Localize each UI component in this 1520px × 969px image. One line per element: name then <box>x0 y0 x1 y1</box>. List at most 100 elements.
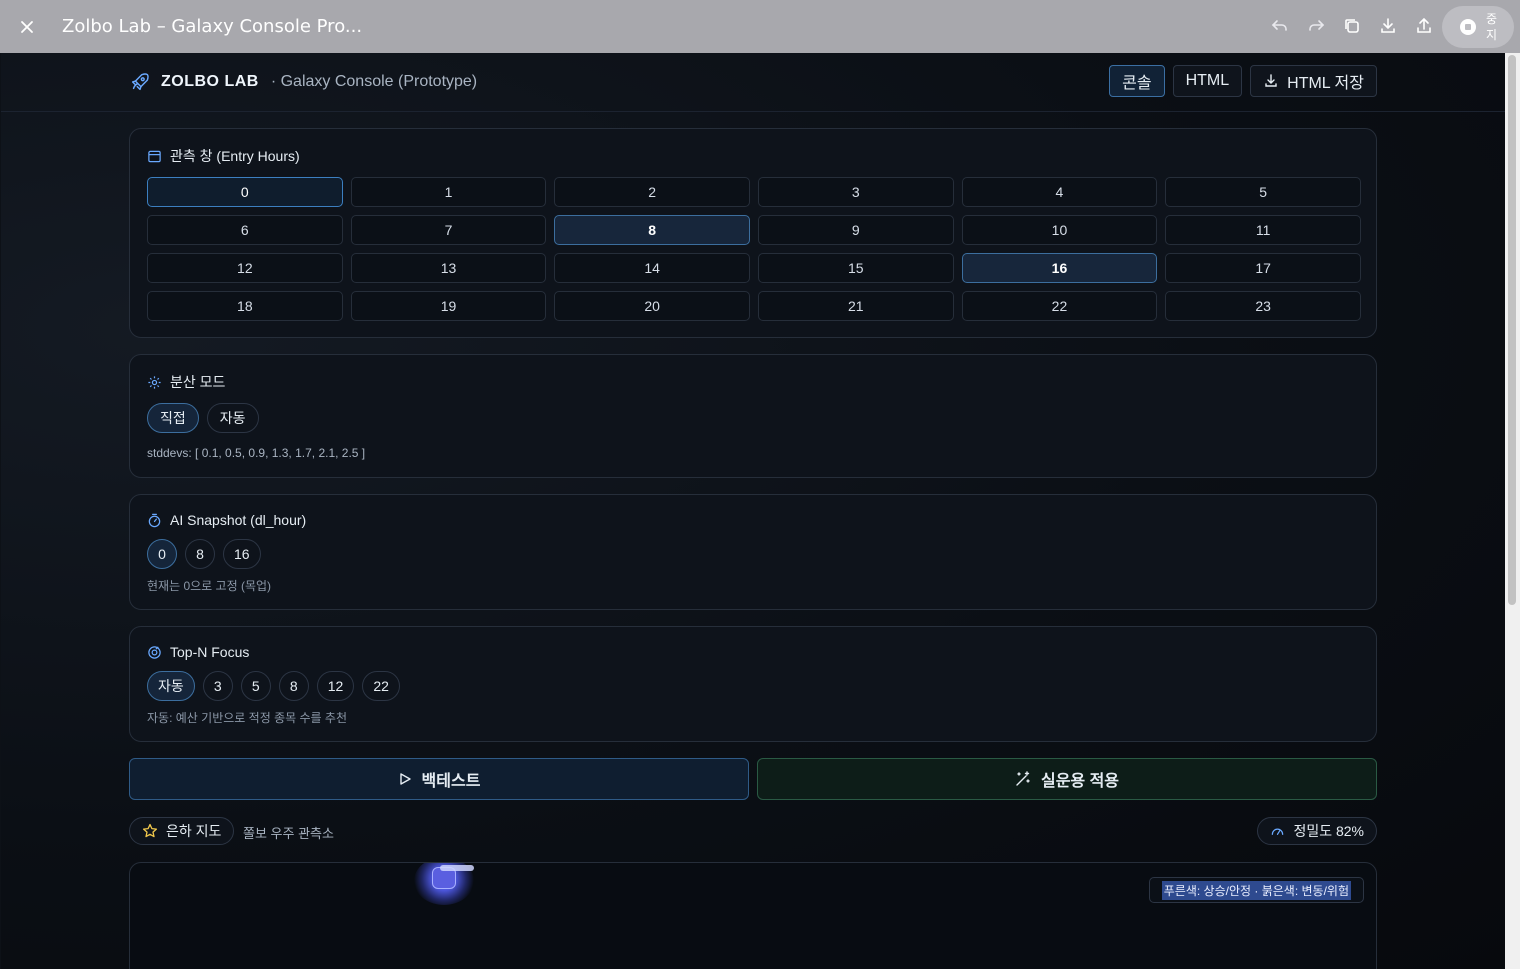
hour-button[interactable]: 11 <box>1165 215 1361 245</box>
hour-button[interactable]: 12 <box>147 253 343 283</box>
hour-button[interactable]: 19 <box>350 291 547 321</box>
hour-button[interactable]: 1 <box>350 177 547 207</box>
hour-button[interactable]: 2 <box>554 177 750 207</box>
ai-snapshot-card: AI Snapshot (dl_hour) 0 8 16 현재는 0으로 고정 (목… <box>129 494 1377 610</box>
save-html-label: HTML 저장 <box>1287 75 1364 92</box>
stop-label: 중지 <box>1486 12 1498 42</box>
entry-hours-card: 관측 창 (Entry Hours) 0 1 2 3 4 5 6 7 8 9 10 11 12 13 14 1… <box>129 128 1377 338</box>
top-n-option[interactable]: 3 <box>202 671 233 701</box>
observatory-label: 쫄보 우주 관측소 <box>243 826 334 841</box>
timer-icon <box>148 513 161 527</box>
hour-button[interactable]: 14 <box>554 253 750 283</box>
ai-snapshot-options: 0 8 16 <box>147 539 261 569</box>
stop-icon <box>1460 19 1476 35</box>
top-n-option[interactable]: 5 <box>240 671 271 701</box>
top-n-option[interactable]: 자동 <box>147 671 195 701</box>
save-html-button[interactable]: HTML 저장 <box>1250 65 1377 97</box>
galaxy-node[interactable] <box>414 863 474 905</box>
dispersion-card: 분산 모드 직접 자동 stddevs: [ 0.1, 0.5, 0.9, 1.3… <box>129 354 1377 478</box>
hour-button[interactable]: 13 <box>350 253 547 283</box>
close-icon[interactable] <box>14 14 40 40</box>
ai-snapshot-option[interactable]: 16 <box>223 539 261 569</box>
scrollbar[interactable] <box>1505 53 1520 969</box>
hour-button[interactable]: 3 <box>757 177 954 207</box>
entry-hours-label: 관측 창 (Entry Hours) <box>170 148 300 164</box>
brand: ZOLBO LAB · Galaxy Console (Prototype) <box>129 71 477 93</box>
brand-subtitle: · Galaxy Console (Prototype) <box>270 73 478 90</box>
top-n-option[interactable]: 8 <box>278 671 309 701</box>
copy-icon[interactable] <box>1340 14 1364 38</box>
hour-button[interactable]: 23 <box>1165 291 1361 321</box>
window-titlebar: Zolbo Lab – Galaxy Console Pro... 중지 <box>0 0 1520 53</box>
app-header: ZOLBO LAB · Galaxy Console (Prototype) 콘… <box>1 53 1505 112</box>
hour-button[interactable]: 4 <box>961 177 1158 207</box>
hour-button[interactable]: 6 <box>147 215 343 245</box>
gear-icon <box>148 375 161 389</box>
html-button[interactable]: HTML <box>1172 65 1243 97</box>
calendar-icon <box>148 150 161 162</box>
top-n-option[interactable]: 22 <box>362 671 400 701</box>
ai-snapshot-option[interactable]: 8 <box>185 539 215 569</box>
play-icon <box>399 773 411 785</box>
magic-wand-icon <box>1016 771 1030 786</box>
top-n-label: Top-N Focus <box>170 644 250 660</box>
hour-button[interactable]: 18 <box>147 291 343 321</box>
brand-name: ZOLBO LAB <box>161 73 259 90</box>
top-n-title: Top-N Focus <box>147 644 249 660</box>
stop-button[interactable]: 중지 <box>1442 6 1514 48</box>
hour-button[interactable]: 8 <box>554 215 750 245</box>
hour-button[interactable]: 17 <box>1165 253 1361 283</box>
map-legend-text: 푸른색: 상승/안정 · 붉은색: 변동/위험 <box>1161 880 1351 900</box>
live-apply-button[interactable]: 실운용 적용 <box>757 758 1377 800</box>
scrollbar-thumb[interactable] <box>1508 55 1516 605</box>
entry-hours-title: 관측 창 (Entry Hours) <box>147 146 300 166</box>
ai-snapshot-note: 현재는 0으로 고정 (목업) <box>147 579 272 593</box>
ai-snapshot-option[interactable]: 0 <box>147 539 177 569</box>
top-n-card: Top-N Focus 자동 3 5 8 12 22 자동: 예산 기반으로 적정 종목 … <box>129 626 1377 742</box>
live-apply-label: 실운용 적용 <box>1040 773 1120 790</box>
backtest-label: 백테스트 <box>421 773 481 790</box>
hour-button[interactable]: 20 <box>554 291 750 321</box>
galaxy-map[interactable]: 푸른색: 상승/안정 · 붉은색: 변동/위험 <box>129 862 1377 969</box>
dispersion-title: 분산 모드 <box>147 372 225 392</box>
hour-button[interactable]: 16 <box>961 253 1158 283</box>
dispersion-label: 분산 모드 <box>170 374 226 390</box>
dispersion-option[interactable]: 자동 <box>206 403 259 433</box>
precision-badge: 정밀도 82% <box>1257 817 1377 845</box>
hour-button[interactable]: 7 <box>350 215 547 245</box>
star-icon <box>142 823 158 838</box>
console-button[interactable]: 콘솔 <box>1109 65 1165 97</box>
hour-button[interactable]: 22 <box>961 291 1158 321</box>
ai-snapshot-label: AI Snapshot (dl_hour) <box>170 512 307 528</box>
galaxy-map-label: 은하 지도 <box>166 823 222 839</box>
rocket-icon <box>131 73 149 91</box>
share-icon[interactable] <box>1412 14 1436 38</box>
map-legend: 푸른색: 상승/안정 · 붉은색: 변동/위험 <box>1148 877 1364 903</box>
gauge-icon <box>1272 828 1284 835</box>
hour-button[interactable]: 21 <box>757 291 954 321</box>
ai-snapshot-title: AI Snapshot (dl_hour) <box>147 512 306 528</box>
window-title: Zolbo Lab – Galaxy Console Pro... <box>62 16 363 37</box>
target-icon <box>148 645 161 659</box>
download-icon[interactable] <box>1376 14 1400 38</box>
dispersion-option[interactable]: 직접 <box>147 403 199 433</box>
dispersion-options: 직접 자동 <box>147 403 259 433</box>
top-n-option[interactable]: 12 <box>316 671 355 701</box>
undo-icon[interactable] <box>1268 14 1292 38</box>
top-n-options: 자동 3 5 8 12 22 <box>147 671 400 701</box>
download-icon <box>1265 74 1277 87</box>
stddevs-note: stddevs: [ 0.1, 0.5, 0.9, 1.3, 1.7, 2.1,… <box>147 446 366 460</box>
precision-label: 정밀도 82% <box>1293 823 1364 839</box>
app-root: ZOLBO LAB · Galaxy Console (Prototype) 콘… <box>1 53 1505 969</box>
hour-button[interactable]: 10 <box>961 215 1158 245</box>
top-n-note: 자동: 예산 기반으로 적정 종목 수를 추천 <box>147 711 347 725</box>
hour-button[interactable]: 0 <box>147 177 343 207</box>
hour-button[interactable]: 5 <box>1165 177 1361 207</box>
redo-icon[interactable] <box>1304 14 1328 38</box>
hour-button[interactable]: 9 <box>757 215 954 245</box>
backtest-button[interactable]: 백테스트 <box>129 758 749 800</box>
galaxy-node-label-bar <box>440 865 474 871</box>
hour-grid: 0 1 2 3 4 5 6 7 8 9 10 11 12 13 14 15 16 17 18 19 20 21 22 23 <box>147 177 1361 321</box>
hour-button[interactable]: 15 <box>757 253 954 283</box>
galaxy-map-chip[interactable]: 은하 지도 <box>129 817 235 845</box>
